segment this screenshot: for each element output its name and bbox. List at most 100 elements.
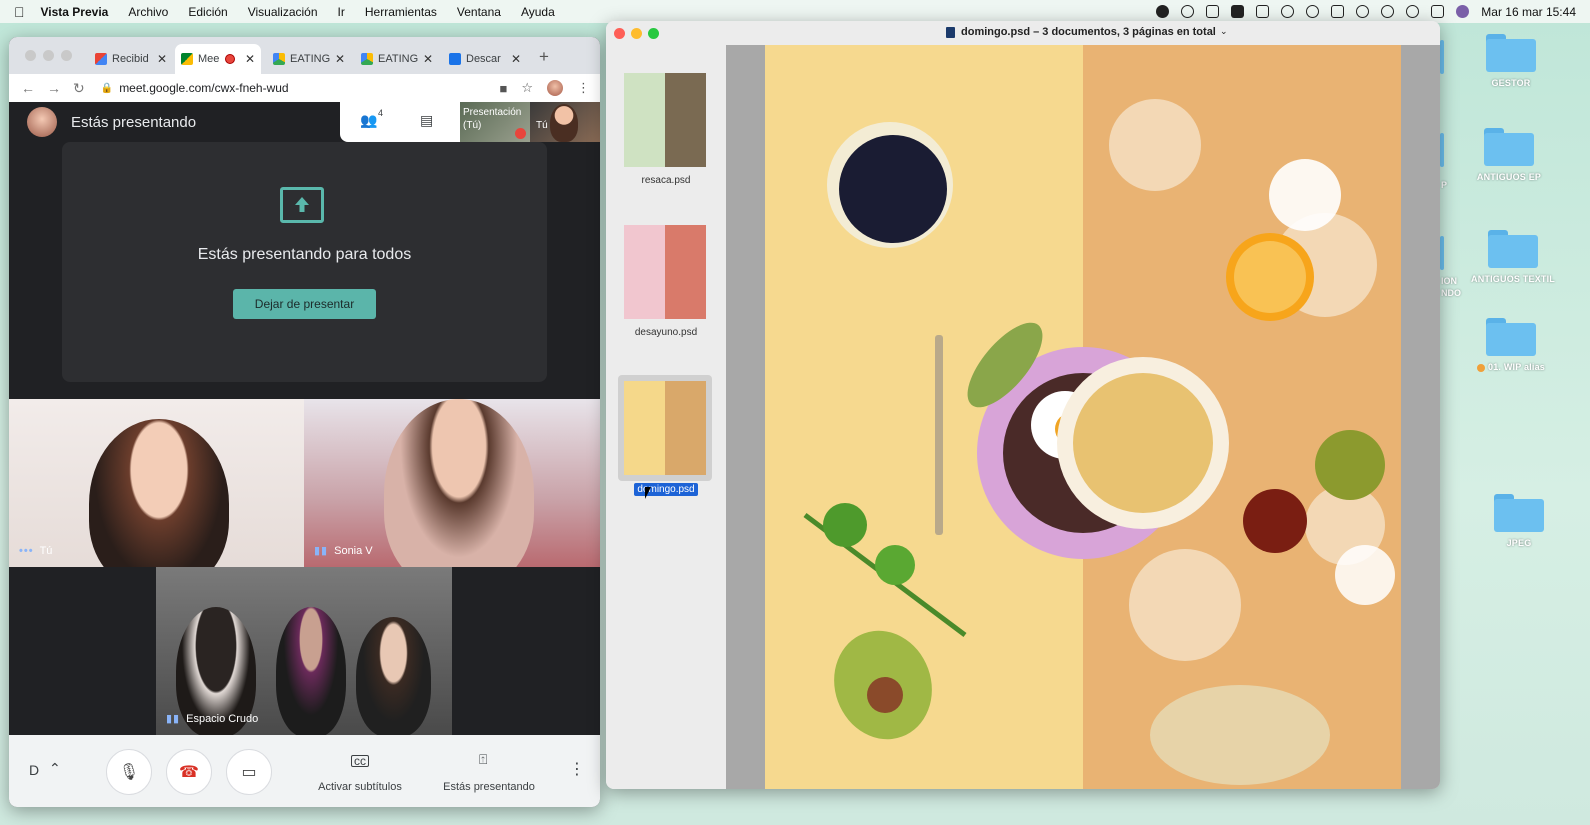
folder-wip-alias[interactable]: 01. WIP alias: [1466, 318, 1556, 372]
video-tile-self[interactable]: ••• Tú: [9, 399, 304, 567]
drive-icon: [273, 53, 285, 65]
tab-downloads[interactable]: Descar ✕: [443, 44, 527, 74]
camera-button[interactable]: ▭: [226, 749, 272, 795]
participant-video: [276, 607, 346, 735]
apple-menu-icon[interactable]: : [14, 4, 25, 20]
menu-ventana[interactable]: Ventana: [457, 5, 501, 19]
meet-header-title: Estás presentando: [71, 114, 197, 131]
thumbnail-label: desayuno.psd: [634, 327, 698, 338]
close-tab-icon[interactable]: ✕: [423, 52, 433, 66]
lock-icon[interactable]: 🔒: [101, 83, 113, 94]
mouse-cursor-icon: [645, 487, 651, 499]
profile-avatar[interactable]: [547, 80, 563, 96]
mic-button[interactable]: 🎙: [106, 749, 152, 795]
menu-archivo[interactable]: Archivo: [128, 5, 168, 19]
thumbnail-label-selected: domingo.psd: [634, 483, 698, 496]
presenting-card: Estás presentando para todos Dejar de pr…: [62, 142, 547, 382]
chrome-menu-icon[interactable]: ⋮: [577, 80, 590, 96]
drive-tray-icon[interactable]: [1231, 5, 1245, 18]
close-tab-icon[interactable]: ✕: [157, 52, 167, 66]
clock[interactable]: Mar 16 mar 15:44: [1481, 5, 1576, 19]
creative-cloud-icon[interactable]: [1181, 5, 1195, 18]
window-close-button[interactable]: [614, 28, 625, 39]
preview-title[interactable]: domingo.psd – 3 documentos, 3 páginas en…: [961, 26, 1216, 38]
menu-ayuda[interactable]: Ayuda: [521, 5, 555, 19]
new-tab-button[interactable]: +: [539, 47, 549, 67]
thumbnail-domingo[interactable]: [624, 381, 706, 475]
audio-level-icon: ▮▮: [166, 713, 181, 725]
chevron-up-icon[interactable]: ⌃: [49, 760, 61, 777]
wifi-icon[interactable]: [1356, 5, 1370, 18]
url-text[interactable]: meet.google.com/cwx-fneh-wud: [119, 81, 288, 95]
window-minimize-button[interactable]: [631, 28, 642, 39]
tab-gmail[interactable]: Recibid ✕: [89, 44, 173, 74]
tab-meet[interactable]: Mee ✕: [175, 44, 261, 74]
thumbnail-desayuno[interactable]: [624, 225, 706, 319]
captions-icon[interactable]: cc: [351, 755, 369, 767]
folder-gestor[interactable]: GESTOR: [1466, 34, 1556, 88]
forward-icon[interactable]: →: [47, 80, 61, 96]
dropbox-icon[interactable]: [1206, 5, 1220, 18]
folder-jpeg[interactable]: JPEG: [1474, 494, 1564, 548]
user-icon[interactable]: [1381, 5, 1395, 18]
self-thumbnail[interactable]: Tú: [530, 102, 600, 142]
people-icon[interactable]: 👥: [360, 112, 377, 129]
more-options-icon[interactable]: ⋮: [569, 759, 585, 779]
present-icon[interactable]: ⍐: [479, 751, 487, 768]
bookmark-star-icon[interactable]: ☆: [521, 80, 533, 96]
end-call-button[interactable]: ☎: [166, 749, 212, 795]
video-tile-sonia[interactable]: ▮▮ Sonia V: [304, 399, 600, 567]
menu-ir[interactable]: Ir: [338, 5, 345, 19]
camera-in-use-icon[interactable]: ■: [499, 81, 507, 96]
thumbnail-resaca[interactable]: [624, 73, 706, 167]
tab-strip: Recibid ✕ Mee ✕ EATING ✕ EATING ✕ Descar…: [9, 37, 600, 74]
window-minimize-button[interactable]: [43, 50, 54, 61]
tab-drive-1[interactable]: EATING ✕: [267, 44, 351, 74]
close-tab-icon[interactable]: ✕: [335, 52, 345, 66]
menu-edicion[interactable]: Edición: [188, 5, 227, 19]
window-zoom-button[interactable]: [61, 50, 72, 61]
close-tab-icon[interactable]: ✕: [511, 52, 521, 66]
folder-antiguos-textil[interactable]: ANTIGUOS TEXTIL: [1468, 230, 1558, 284]
stop-presenting-button[interactable]: Dejar de presentar: [233, 289, 376, 319]
partial-folder-label: NDO: [1441, 288, 1461, 298]
reload-icon[interactable]: ↻: [73, 80, 85, 97]
participant-video: [384, 399, 534, 567]
audio-level-icon: ▮▮: [314, 545, 329, 557]
menu-herramientas[interactable]: Herramientas: [365, 5, 437, 19]
food-photo-domingo: [765, 45, 1401, 789]
more-dots-icon: •••: [19, 545, 34, 557]
chevron-down-icon[interactable]: ⌄: [1220, 26, 1228, 37]
back-icon[interactable]: ←: [21, 80, 35, 96]
document-view[interactable]: [726, 45, 1440, 789]
time-machine-icon[interactable]: [1281, 5, 1295, 18]
presenting-button[interactable]: Estás presentando: [434, 781, 544, 793]
control-center-icon[interactable]: [1431, 5, 1445, 18]
tab-drive-2[interactable]: EATING ✕: [355, 44, 439, 74]
window-zoom-button[interactable]: [648, 28, 659, 39]
folder-icon: [1484, 128, 1534, 166]
folder-antiguos-ep[interactable]: ANTIGUOS EP: [1464, 128, 1554, 182]
video-tile-espacio-crudo[interactable]: ▮▮ Espacio Crudo: [156, 567, 452, 735]
meeting-details-button[interactable]: D: [29, 762, 39, 778]
window-close-button[interactable]: [25, 50, 36, 61]
display-icon[interactable]: [1256, 5, 1270, 18]
thumbnail-label: resaca.psd: [641, 175, 691, 186]
partial-folder-icon: [1440, 40, 1444, 74]
bluetooth-icon[interactable]: [1331, 5, 1345, 18]
menu-visualizacion[interactable]: Visualización: [248, 5, 318, 19]
presentation-thumbnail[interactable]: Presentación (Tú): [460, 102, 530, 142]
close-tab-icon[interactable]: ✕: [245, 52, 255, 66]
participant-video: [89, 419, 229, 567]
gmail-icon: [95, 53, 107, 65]
record-stop-icon[interactable]: [1156, 5, 1170, 18]
psd-document-icon: [946, 27, 955, 38]
recording-dot-icon: [225, 54, 236, 64]
spotlight-search-icon[interactable]: [1406, 5, 1420, 18]
chat-icon[interactable]: ▤: [420, 112, 433, 129]
meet-header: Estás presentando 👥 4 ▤ Presentación (Tú…: [9, 102, 600, 142]
menu-app-name[interactable]: Vista Previa: [41, 5, 109, 19]
play-icon[interactable]: [1306, 5, 1320, 18]
captions-button[interactable]: Activar subtítulos: [305, 781, 415, 793]
siri-icon[interactable]: [1456, 5, 1470, 18]
